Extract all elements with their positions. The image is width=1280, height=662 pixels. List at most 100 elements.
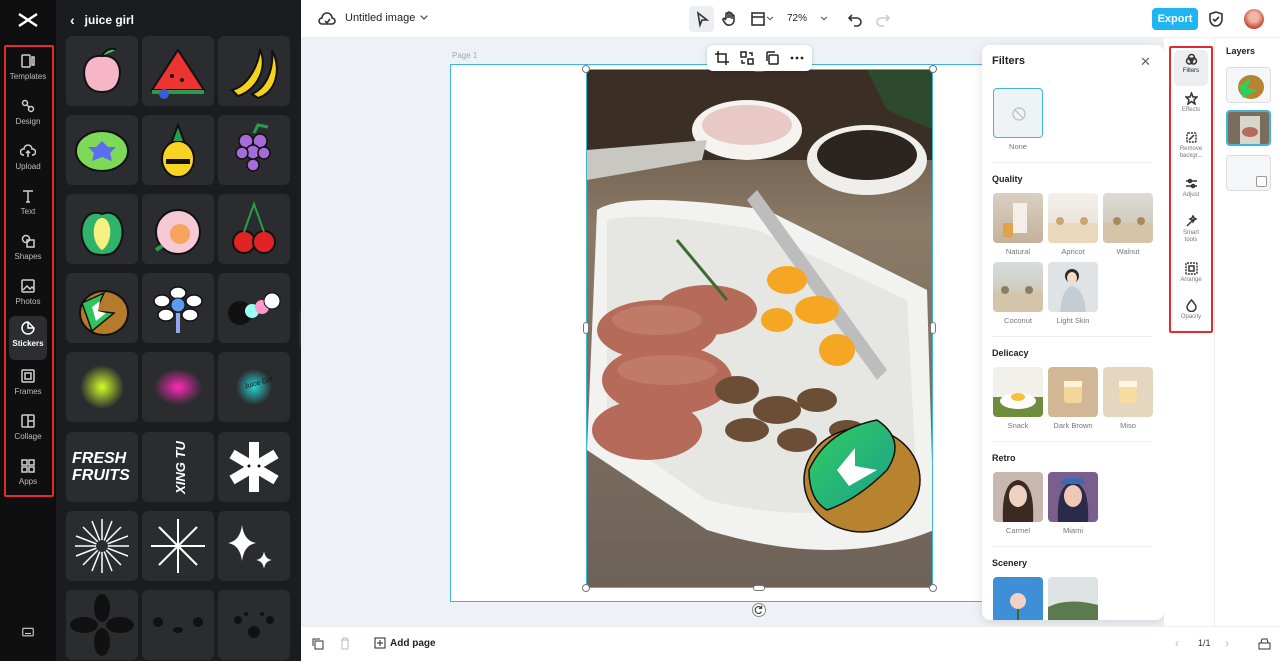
- filter-label: Carmel: [1005, 526, 1031, 535]
- sticker-peach-slice[interactable]: [142, 194, 214, 264]
- sticker-green-glow[interactable]: [66, 352, 138, 422]
- resize-handle-bottom-right[interactable]: [929, 584, 937, 592]
- sticker-pink-glow[interactable]: [142, 352, 214, 422]
- sticker-fresh-fruits[interactable]: FRESH FRUITS: [66, 432, 138, 502]
- sticker-caterpillar[interactable]: [218, 273, 290, 343]
- chevron-down-icon[interactable]: [418, 11, 436, 29]
- sticker-flower[interactable]: [142, 273, 214, 343]
- chevron-down-icon[interactable]: [819, 12, 837, 30]
- resize-handle-left[interactable]: [583, 322, 589, 334]
- tool-smart-tools[interactable]: Smart tools: [1174, 212, 1208, 254]
- chevron-down-icon[interactable]: [765, 12, 783, 30]
- hand-icon[interactable]: [720, 10, 738, 28]
- layer-food-photo[interactable]: [1226, 110, 1271, 146]
- undo-icon[interactable]: [846, 10, 864, 28]
- next-page-icon[interactable]: ›: [1225, 636, 1229, 650]
- sticker-juice-girl-glow[interactable]: Juice Girl: [218, 352, 290, 422]
- rail-item-photos[interactable]: Photos: [9, 274, 47, 314]
- sticker-kiwi-star[interactable]: [66, 273, 138, 343]
- sticker-kiwi-half[interactable]: [66, 115, 138, 185]
- sticker-grapes[interactable]: [218, 115, 290, 185]
- rail-item-stickers[interactable]: Stickers: [9, 316, 47, 360]
- resize-handle-top-right[interactable]: [929, 65, 937, 73]
- add-page-button[interactable]: Add page: [374, 637, 436, 649]
- tool-opacity[interactable]: Opacity: [1174, 296, 1208, 332]
- tool-adjust[interactable]: Adjust: [1174, 174, 1208, 210]
- filter-miso[interactable]: [1103, 367, 1153, 417]
- filter-label: Light Skin: [1056, 316, 1090, 325]
- rail-item-frames[interactable]: Frames: [9, 364, 47, 404]
- sticker-asterisk-face[interactable]: [218, 432, 290, 502]
- sticker-bear-face[interactable]: [218, 590, 290, 660]
- rail-item-text[interactable]: Text: [9, 184, 47, 224]
- sticker-cherries[interactable]: [218, 194, 290, 264]
- crop-icon[interactable]: [714, 50, 730, 66]
- document-title[interactable]: Untitled image: [345, 12, 415, 24]
- sticker-sparkles[interactable]: [218, 511, 290, 581]
- sticker-peach[interactable]: [66, 36, 138, 106]
- sticker-dot-face[interactable]: [142, 590, 214, 660]
- copy-page-icon[interactable]: [311, 637, 324, 653]
- filter-coconut[interactable]: [993, 262, 1043, 312]
- rail-item-upload[interactable]: Upload: [9, 139, 47, 179]
- tool-arrange[interactable]: Arrange: [1174, 259, 1208, 295]
- filter-dark-brown[interactable]: [1048, 367, 1098, 417]
- rail-item-apps[interactable]: Apps: [9, 454, 47, 494]
- rail-label: Photos: [15, 297, 41, 306]
- pages-panel-icon[interactable]: [1258, 637, 1271, 653]
- filter-scenery-2[interactable]: [1048, 577, 1098, 620]
- food-photo[interactable]: [586, 69, 933, 588]
- sticker-clover[interactable]: [66, 590, 138, 660]
- filter-light-skin[interactable]: [1048, 262, 1098, 312]
- filter-apricot[interactable]: [1048, 193, 1098, 243]
- sticker-asterisk-lines[interactable]: [142, 511, 214, 581]
- prev-page-icon[interactable]: ‹: [1175, 636, 1179, 650]
- pointer-icon[interactable]: [693, 10, 711, 28]
- filter-scenery-1[interactable]: [993, 577, 1043, 620]
- rail-item-collage[interactable]: Collage: [9, 409, 47, 449]
- capcut-logo[interactable]: [16, 10, 40, 30]
- replace-icon[interactable]: [739, 50, 755, 66]
- avatar[interactable]: [1244, 9, 1264, 29]
- filter-natural[interactable]: [993, 193, 1043, 243]
- sticker-apple[interactable]: [66, 194, 138, 264]
- filter-walnut[interactable]: [1103, 193, 1153, 243]
- tool-filters[interactable]: Filters: [1174, 50, 1208, 86]
- tool-label: Opacity: [1180, 314, 1202, 320]
- sticker-pineapple[interactable]: [142, 115, 214, 185]
- more-icon[interactable]: [789, 50, 805, 66]
- close-icon[interactable]: ✕: [1140, 54, 1151, 70]
- resize-handle-top-left[interactable]: [582, 65, 590, 73]
- filter-snack[interactable]: [993, 367, 1043, 417]
- redo-icon[interactable]: [874, 10, 892, 28]
- divider: [992, 546, 1152, 547]
- resize-handle-right[interactable]: [930, 322, 936, 334]
- tool-effects[interactable]: Effects: [1174, 89, 1208, 125]
- filter-miami[interactable]: [1048, 472, 1098, 522]
- resize-handle-bottom-left[interactable]: [582, 584, 590, 592]
- section-title-retro: Retro: [992, 453, 1016, 463]
- resize-handle-bottom[interactable]: [753, 585, 765, 591]
- delete-page-icon[interactable]: [339, 637, 351, 653]
- layer-kiwi-sticker[interactable]: [1226, 67, 1271, 103]
- sticker-bananas[interactable]: [218, 36, 290, 106]
- shield-icon[interactable]: [1207, 10, 1225, 28]
- filter-none[interactable]: [993, 88, 1043, 138]
- sticker-watermelon[interactable]: [142, 36, 214, 106]
- rail-item-design[interactable]: Design: [9, 94, 47, 134]
- duplicate-icon[interactable]: [764, 50, 780, 66]
- rail-item-templates[interactable]: Templates: [9, 49, 47, 89]
- zoom-level[interactable]: 72%: [787, 13, 807, 24]
- rail-item-shapes[interactable]: Shapes: [9, 229, 47, 269]
- export-button[interactable]: Export: [1152, 8, 1198, 30]
- back-arrow-icon[interactable]: ‹: [70, 12, 75, 28]
- shapes-icon: [21, 234, 35, 248]
- layer-background[interactable]: [1226, 155, 1271, 191]
- sticker-starburst[interactable]: [66, 511, 138, 581]
- rotate-handle[interactable]: [752, 603, 766, 617]
- tool-remove-background[interactable]: Remove backgr...: [1174, 128, 1208, 170]
- filter-carmel[interactable]: [993, 472, 1043, 522]
- cloud-save-icon[interactable]: [318, 10, 336, 28]
- rail-item-keyboard[interactable]: [9, 622, 47, 662]
- sticker-xing-tu[interactable]: XING TU: [142, 432, 214, 502]
